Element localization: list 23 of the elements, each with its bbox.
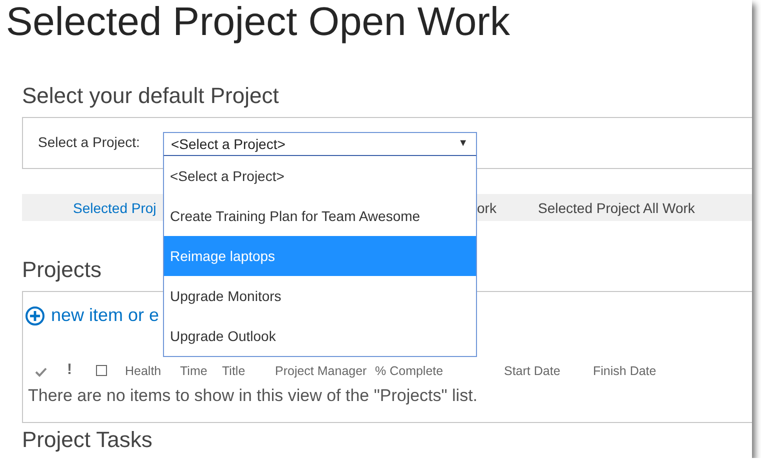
dropdown-option[interactable]: Reimage laptops bbox=[164, 236, 476, 276]
page-title: Selected Project Open Work bbox=[6, 0, 510, 44]
column-header[interactable]: Time bbox=[180, 364, 208, 378]
section-heading: Select your default Project bbox=[22, 82, 279, 110]
check-icon bbox=[35, 367, 47, 377]
column-header[interactable]: Health bbox=[125, 364, 162, 378]
column-header[interactable]: Finish Date bbox=[593, 364, 656, 378]
dropdown-arrow-icon: ▼ bbox=[458, 138, 468, 149]
view-tab[interactable]: Selected Project All Work bbox=[538, 200, 695, 216]
column-header[interactable]: Project Manager bbox=[275, 364, 367, 378]
checkbox-icon[interactable] bbox=[96, 365, 107, 376]
section-heading: Project Tasks bbox=[22, 426, 152, 454]
empty-message: There are no items to show in this view of the "Projects" list. bbox=[28, 386, 479, 406]
column-header[interactable]: Start Date bbox=[504, 364, 560, 378]
section-heading: Projects bbox=[22, 256, 102, 284]
new-item-link[interactable]: new item or e bbox=[51, 305, 160, 326]
column-header[interactable]: Title bbox=[222, 364, 246, 378]
column-header[interactable]: ! bbox=[67, 361, 72, 378]
column-header[interactable]: % Complete bbox=[375, 364, 444, 378]
field-label: Select a Project: bbox=[38, 134, 141, 150]
view-tab[interactable]: Selected Proj bbox=[73, 200, 156, 216]
add-icon[interactable] bbox=[25, 306, 45, 326]
view-tab[interactable]: ork bbox=[477, 200, 496, 216]
